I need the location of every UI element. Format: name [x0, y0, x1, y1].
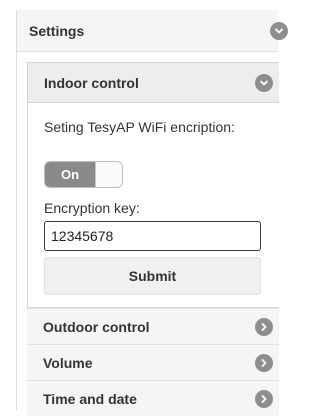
encryption-key-label: Encryption key: [44, 200, 140, 216]
indoor-control-body: Seting TesyAP WiFi encription: On Encryp… [28, 103, 279, 307]
encryption-toggle[interactable]: On [44, 161, 123, 188]
section-label: Outdoor control [43, 318, 150, 335]
settings-header[interactable]: Settings [17, 10, 288, 52]
indoor-control-title: Indoor control [44, 74, 139, 91]
section-label: Volume [43, 354, 93, 371]
indoor-control-section: Indoor control Seting TesyAP WiFi encrip… [27, 62, 279, 308]
chevron-right-icon[interactable] [255, 354, 273, 372]
encryption-key-input[interactable] [44, 221, 261, 251]
chevron-down-icon[interactable] [270, 22, 288, 40]
encryption-description: Seting TesyAP WiFi encription: [44, 119, 235, 135]
section-outdoor-control[interactable]: Outdoor control [27, 308, 279, 344]
chevron-right-icon[interactable] [255, 318, 273, 336]
indoor-control-header[interactable]: Indoor control [28, 63, 279, 103]
settings-panel: Settings Indoor control Seting TesyAP Wi… [16, 10, 288, 416]
section-label: Time and date [43, 390, 137, 407]
section-volume[interactable]: Volume [27, 344, 279, 380]
chevron-down-icon[interactable] [255, 74, 273, 92]
toggle-on-label: On [45, 162, 95, 187]
toggle-knob[interactable] [95, 162, 122, 187]
chevron-right-icon[interactable] [255, 390, 273, 408]
submit-button[interactable]: Submit [44, 257, 261, 295]
settings-title: Settings [29, 22, 85, 39]
collapsed-sections: Outdoor control Volume Time and date [17, 308, 279, 416]
section-time-and-date[interactable]: Time and date [27, 380, 279, 416]
